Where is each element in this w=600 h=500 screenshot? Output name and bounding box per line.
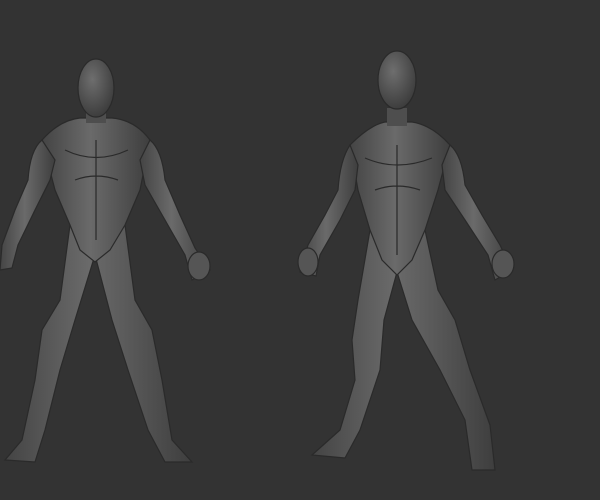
right-figure-head <box>377 50 417 110</box>
right-figure-left-fist <box>297 247 319 277</box>
right-figure-right-fist <box>491 249 515 279</box>
left-figure-left-fist <box>187 251 211 281</box>
right-figure-neck <box>387 108 407 126</box>
left-figure-head <box>77 58 115 118</box>
sculpt-viewport <box>0 0 600 500</box>
